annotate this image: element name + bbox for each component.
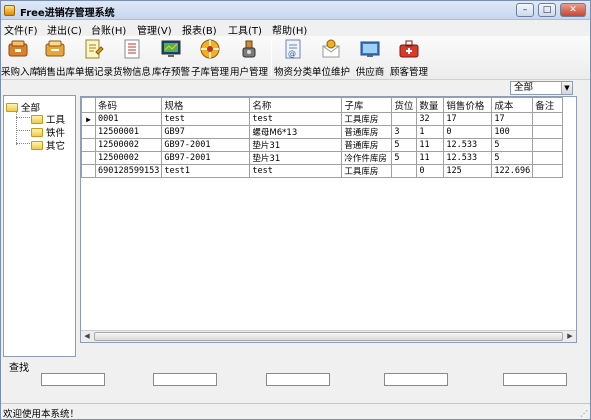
goods-info-icon (121, 38, 143, 60)
column-header-spec[interactable]: 规格 (161, 97, 251, 113)
customer-button[interactable]: 顾客管理 (389, 38, 429, 78)
menu-manage[interactable]: 管理(V) (137, 22, 172, 37)
inventory-grid: 条码 规格 名称 子库 货位 数量 销售价格 成本 备注 ▶ 0001 test… (80, 96, 577, 343)
customer-icon (398, 38, 420, 60)
status-message: 欢迎使用本系统！ (3, 409, 80, 420)
goods-info-button[interactable]: 货物信息 (113, 38, 151, 78)
folder-icon (31, 115, 43, 124)
search-label: 查找 (9, 363, 29, 374)
column-header-location[interactable]: 货位 (391, 97, 418, 113)
purchase-in-icon (7, 38, 29, 60)
sub-warehouse-button[interactable]: 子库管理 (191, 38, 229, 78)
column-header-price[interactable]: 销售价格 (443, 97, 493, 113)
scroll-left-icon[interactable]: ◀ (81, 331, 93, 342)
unit-maintenance-icon (320, 38, 342, 60)
column-header-warehouse[interactable]: 子库 (341, 97, 393, 113)
unit-maintenance-button[interactable]: 单位维护 (312, 38, 350, 78)
sales-out-icon (44, 38, 66, 60)
title-bar: Free进销存管理系统 – □ ✕ (1, 1, 590, 20)
purchase-in-button[interactable]: 采购入库 (1, 38, 39, 78)
document-record-icon (82, 38, 104, 60)
menu-report[interactable]: 报表(B) (182, 22, 217, 37)
stock-warning-button[interactable]: 库存预警 (152, 38, 190, 78)
tree-item-tools[interactable]: 工具 (31, 112, 65, 126)
app-icon (4, 5, 15, 16)
search-input-2[interactable] (153, 373, 217, 386)
chevron-down-icon[interactable]: ▼ (561, 82, 572, 94)
document-record-button[interactable]: 单据记录 (75, 38, 113, 78)
tree-connector (16, 117, 30, 118)
material-category-icon: @ (282, 38, 304, 60)
folder-icon (31, 141, 43, 150)
app-window: Free进销存管理系统 – □ ✕ 文件(F) 进出(C) 台账(H) 管理(V… (0, 0, 591, 420)
horizontal-scrollbar[interactable]: ◀ ▶ (81, 330, 576, 342)
row-indicator-header (81, 97, 96, 113)
category-tree: 全部 工具 铁件 其它 (3, 95, 76, 357)
stock-warning-icon (160, 38, 182, 60)
scroll-thumb[interactable] (94, 332, 563, 341)
menu-ledger[interactable]: 台账(H) (91, 22, 126, 37)
search-input-1[interactable] (41, 373, 105, 386)
column-header-name[interactable]: 名称 (249, 97, 343, 113)
search-input-3[interactable] (266, 373, 330, 386)
menu-bar: 文件(F) 进出(C) 台账(H) 管理(V) 报表(B) 工具(T) 帮助(H… (1, 20, 590, 37)
tree-item-iron[interactable]: 铁件 (31, 125, 65, 139)
column-header-barcode[interactable]: 条码 (94, 97, 163, 113)
toolbar-separator (271, 40, 272, 76)
column-header-cost[interactable]: 成本 (491, 97, 534, 113)
grid-header-row: 条码 规格 名称 子库 货位 数量 销售价格 成本 备注 (81, 97, 564, 113)
menu-tools[interactable]: 工具(T) (228, 22, 262, 37)
resize-grip-icon[interactable]: ⋰ (580, 409, 588, 418)
tree-item-all[interactable]: 全部 (6, 100, 40, 114)
menu-file[interactable]: 文件(F) (4, 22, 38, 37)
table-row[interactable]: 690128599153 test1 test 工具库房 0 125 122.6… (81, 164, 564, 178)
column-header-remark[interactable]: 备注 (532, 97, 564, 113)
sub-warehouse-icon (199, 38, 221, 60)
scroll-right-icon[interactable]: ▶ (564, 331, 576, 342)
minimize-button[interactable]: – (516, 3, 534, 17)
user-management-button[interactable]: 用户管理 (230, 38, 268, 78)
table-row[interactable]: 12500002 GB97-2001 垫片31 普通库房 5 11 12.533… (81, 138, 564, 152)
current-row-arrow-icon: ▶ (81, 112, 96, 126)
window-title: Free进销存管理系统 (20, 8, 115, 19)
material-category-button[interactable]: @ 物资分类 (274, 38, 312, 78)
folder-icon (31, 128, 43, 137)
tree-item-other[interactable]: 其它 (31, 138, 65, 152)
inventory-table: 条码 规格 名称 子库 货位 数量 销售价格 成本 备注 ▶ 0001 test… (81, 97, 564, 178)
menu-help[interactable]: 帮助(H) (272, 22, 307, 37)
sales-out-button[interactable]: 销售出库 (37, 38, 75, 78)
tree-connector (16, 143, 30, 144)
maximize-button[interactable]: □ (538, 3, 556, 17)
category-filter-value: 全部 (514, 82, 534, 93)
close-button[interactable]: ✕ (560, 3, 586, 17)
tree-connector (16, 130, 30, 131)
search-input-5[interactable] (503, 373, 567, 386)
supplier-button[interactable]: 供应商 (352, 38, 388, 78)
table-row[interactable]: ▶ 0001 test test 工具库房 32 17 17 (81, 112, 564, 126)
column-header-quantity[interactable]: 数量 (416, 97, 445, 113)
toolbar: 采购入库 销售出库 单据记录 货物信息 库存预警 子库管理 用户管理 @ 物资分… (1, 36, 590, 80)
search-input-4[interactable] (384, 373, 448, 386)
svg-text:@: @ (288, 49, 296, 58)
table-row[interactable]: 12500001 GB97 螺母M6*13 普通库房 3 1 0 100 (81, 125, 564, 139)
supplier-icon (359, 38, 381, 60)
status-bar: 欢迎使用本系统！ ⋰ (1, 403, 590, 420)
menu-inout[interactable]: 进出(C) (47, 22, 82, 37)
table-row[interactable]: 12500002 GB97-2001 垫片31 冷作件库房 5 11 12.53… (81, 151, 564, 165)
user-management-icon (238, 38, 260, 60)
category-filter-select[interactable]: 全部 ▼ (510, 81, 573, 95)
